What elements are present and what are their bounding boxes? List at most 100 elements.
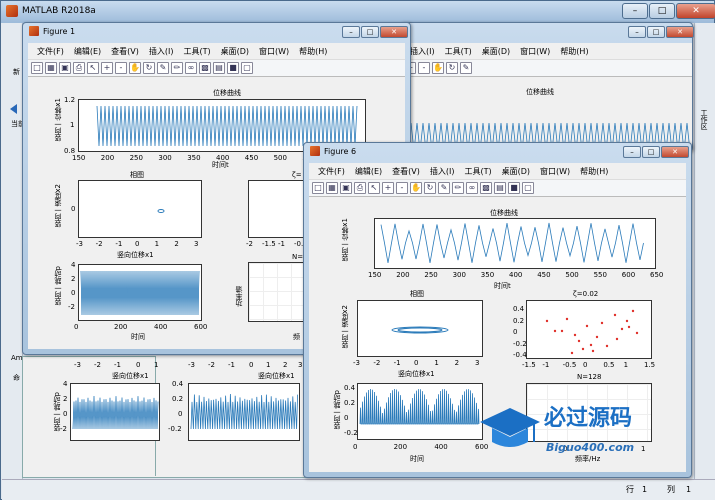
- fig1-plot2-xtick-4: 1: [154, 240, 160, 248]
- bg-menu-window[interactable]: 窗口(W): [515, 46, 555, 57]
- bg-menu-tools[interactable]: 工具(T): [440, 46, 477, 57]
- menu-insert[interactable]: 插入(I): [144, 46, 179, 57]
- fig6-plot4-xlabel: 时间: [410, 455, 424, 463]
- menu-edit[interactable]: 编辑(E): [69, 46, 106, 57]
- menu-tools[interactable]: 工具(T): [178, 46, 215, 57]
- bg-figure-controls: – □ ✕: [627, 26, 694, 38]
- colorbar-icon[interactable]: ▩: [199, 62, 211, 74]
- fig6-scatter-point: [560, 329, 564, 333]
- pan-icon[interactable]: ✋: [410, 182, 422, 194]
- fig1-plot4-ytick-1: 2: [71, 275, 76, 283]
- menu-window[interactable]: 窗口(W): [254, 46, 294, 57]
- brush-icon[interactable]: ✏: [171, 62, 183, 74]
- fig6-plot1-title: 位移曲线: [490, 209, 518, 217]
- zoom-in-icon[interactable]: +: [382, 182, 394, 194]
- fig1-plot2-xtick-0: -3: [76, 240, 83, 248]
- brush-icon[interactable]: ✏: [452, 182, 464, 194]
- zoom-out-icon[interactable]: -: [418, 62, 430, 74]
- bg-menu-desktop[interactable]: 桌面(D): [477, 46, 515, 57]
- close-button[interactable]: ✕: [676, 3, 715, 19]
- fig6-scatter-point: [545, 319, 549, 323]
- open-file-icon[interactable]: ▦: [45, 62, 57, 74]
- datacursor-icon[interactable]: ✎: [460, 62, 472, 74]
- figure-6-toolbar: □ ▦ ▣ ⎙ ↖ + - ✋ ↻ ✎ ✏ ∞ ▩ ▤ ■ ▢: [309, 179, 686, 197]
- show-tools-icon[interactable]: ▢: [522, 182, 534, 194]
- fig1-jump-line: [80, 270, 200, 316]
- fig6-scatter-point: [581, 347, 585, 351]
- rotate-icon[interactable]: ↻: [424, 182, 436, 194]
- menu-view[interactable]: 查看(V): [106, 46, 144, 57]
- menu-file[interactable]: 文件(F): [313, 166, 350, 177]
- fig6-plot2-xtick-0: -3: [353, 359, 360, 367]
- legend-icon[interactable]: ▤: [213, 62, 225, 74]
- fig1-plot4-xtick-1: 200: [114, 323, 128, 331]
- show-tools-icon[interactable]: ▢: [241, 62, 253, 74]
- fig1-plot1-xtick-6: 450: [244, 154, 259, 162]
- fig6-plot2-xtick-5: 2: [454, 359, 460, 367]
- figure-icon: [29, 26, 39, 36]
- link-icon[interactable]: ∞: [466, 182, 478, 194]
- bg-maximize-button[interactable]: □: [647, 26, 665, 38]
- nav-arrow-icon[interactable]: [10, 104, 17, 114]
- workspace-tab[interactable]: 工作区: [699, 109, 709, 130]
- menu-insert[interactable]: 插入(I): [425, 166, 460, 177]
- pointer-icon[interactable]: ↖: [87, 62, 99, 74]
- bg-mid-line: [190, 394, 298, 430]
- menu-view[interactable]: 查看(V): [387, 166, 425, 177]
- print-icon[interactable]: ⎙: [354, 182, 366, 194]
- fig6-jump-line: [359, 388, 480, 425]
- fig6-plot4-ytick-3: -0.2: [344, 429, 358, 437]
- menu-desktop[interactable]: 桌面(D): [216, 46, 254, 57]
- menu-edit[interactable]: 编辑(E): [350, 166, 387, 177]
- colorbar-icon[interactable]: ▩: [480, 182, 492, 194]
- fig6-maximize-button[interactable]: □: [642, 146, 660, 158]
- datacursor-icon[interactable]: ✎: [438, 182, 450, 194]
- fig1-minimize-button[interactable]: –: [342, 26, 360, 38]
- save-icon[interactable]: ▣: [340, 182, 352, 194]
- save-icon[interactable]: ▣: [59, 62, 71, 74]
- maximize-button[interactable]: □: [649, 3, 675, 19]
- open-file-icon[interactable]: ▦: [326, 182, 338, 194]
- new-figure-icon[interactable]: □: [31, 62, 43, 74]
- fig1-maximize-button[interactable]: □: [361, 26, 379, 38]
- menu-help[interactable]: 帮助(H): [294, 46, 332, 57]
- fig6-plot4-xtick-0: 0: [353, 443, 358, 451]
- rotate-icon[interactable]: ↻: [446, 62, 458, 74]
- fig1-plot3-xtick-0: -2: [246, 240, 253, 248]
- fig6-close-button[interactable]: ✕: [661, 146, 689, 158]
- menu-window[interactable]: 窗口(W): [535, 166, 575, 177]
- menu-file[interactable]: 文件(F): [32, 46, 69, 57]
- bg-close-button[interactable]: ✕: [666, 26, 694, 38]
- rotate-icon[interactable]: ↻: [143, 62, 155, 74]
- datacursor-icon[interactable]: ✎: [157, 62, 169, 74]
- new-figure-icon[interactable]: □: [312, 182, 324, 194]
- zoom-in-icon[interactable]: +: [101, 62, 113, 74]
- link-icon[interactable]: ∞: [185, 62, 197, 74]
- bg-mid-xlabel: 竖向位移x1: [258, 372, 295, 380]
- fig1-close-button[interactable]: ✕: [380, 26, 408, 38]
- fig6-scatter-plot: [526, 300, 652, 359]
- menu-tools[interactable]: 工具(T): [459, 166, 496, 177]
- bg-minimize-button[interactable]: –: [628, 26, 646, 38]
- pointer-icon[interactable]: ↖: [368, 182, 380, 194]
- fig1-plot4-xtick-0: 0: [74, 323, 79, 331]
- fig6-scatter-point: [553, 329, 557, 333]
- fig1-plot2-xtick-3: 0: [135, 240, 140, 248]
- fig1-plot5-xlabel: 频: [293, 333, 300, 341]
- fig1-plot3-xtick-2: -1: [278, 240, 285, 248]
- bg-menu-help[interactable]: 帮助(H): [555, 46, 593, 57]
- print-icon[interactable]: ⎙: [73, 62, 85, 74]
- pan-icon[interactable]: ✋: [432, 62, 444, 74]
- menu-desktop[interactable]: 桌面(D): [497, 166, 535, 177]
- menu-help[interactable]: 帮助(H): [575, 166, 613, 177]
- fig6-minimize-button[interactable]: –: [623, 146, 641, 158]
- zoom-out-icon[interactable]: -: [396, 182, 408, 194]
- hide-tools-icon[interactable]: ■: [508, 182, 520, 194]
- legend-icon[interactable]: ▤: [494, 182, 506, 194]
- pan-icon[interactable]: ✋: [129, 62, 141, 74]
- fig1-plot3-title: ζ=: [292, 171, 302, 179]
- hide-tools-icon[interactable]: ■: [227, 62, 239, 74]
- minimize-button[interactable]: –: [622, 3, 648, 19]
- zoom-out-icon[interactable]: -: [115, 62, 127, 74]
- fig1-plot1-title: 位移曲线: [213, 89, 241, 97]
